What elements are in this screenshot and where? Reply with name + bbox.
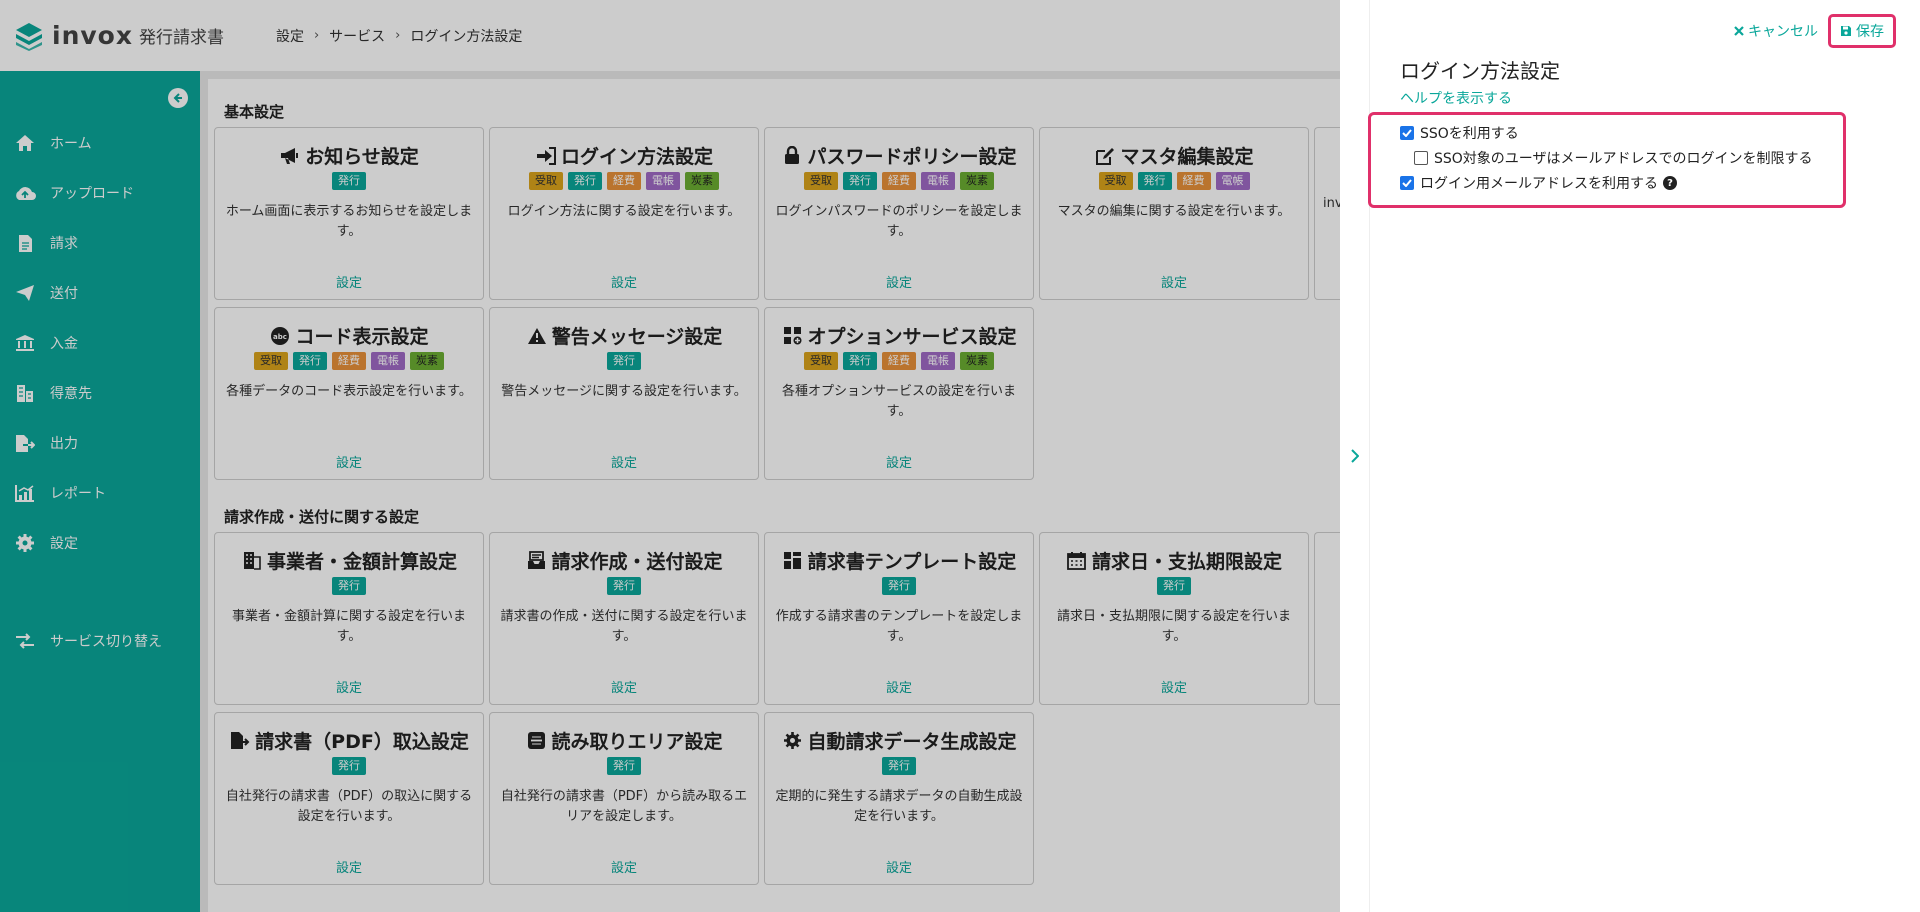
option-restrict-email-login[interactable]: SSO対象のユーザはメールアドレスでのログインを制限する bbox=[1414, 148, 1813, 168]
cancel-button[interactable]: キャンセル bbox=[1734, 21, 1818, 41]
option-label: SSOを利用する bbox=[1420, 126, 1519, 142]
option-label: SSO対象のユーザはメールアドレスでのログインを制限する bbox=[1434, 151, 1813, 167]
cancel-label: キャンセル bbox=[1748, 24, 1818, 40]
drawer-actions: キャンセル 保存 bbox=[1734, 14, 1896, 48]
checkmark-icon bbox=[1402, 129, 1412, 137]
option-use-login-email[interactable]: ログイン用メールアドレスを利用する ? bbox=[1400, 173, 1677, 193]
drawer-collapse-handle[interactable] bbox=[1340, 0, 1370, 912]
help-question-icon[interactable]: ? bbox=[1663, 176, 1677, 190]
checkbox-checked[interactable] bbox=[1400, 126, 1414, 140]
save-button[interactable]: 保存 bbox=[1828, 14, 1896, 48]
drawer-title: ログイン方法設定 bbox=[1400, 59, 1560, 83]
chevron-right-icon bbox=[1350, 449, 1359, 463]
save-label: 保存 bbox=[1856, 24, 1884, 40]
modal-backdrop[interactable] bbox=[0, 0, 1340, 912]
checkbox-checked[interactable] bbox=[1400, 176, 1414, 190]
option-label: ログイン用メールアドレスを利用する bbox=[1420, 176, 1658, 192]
close-icon bbox=[1734, 26, 1744, 36]
option-use-sso[interactable]: SSOを利用する bbox=[1400, 123, 1519, 143]
save-icon bbox=[1841, 26, 1851, 36]
help-link[interactable]: ヘルプを表示する bbox=[1400, 88, 1512, 108]
login-settings-drawer: キャンセル 保存 ログイン方法設定 ヘルプを表示する SSOを利用する SSO対… bbox=[1340, 0, 1920, 912]
checkmark-icon bbox=[1402, 179, 1412, 187]
checkbox-unchecked[interactable] bbox=[1414, 151, 1428, 165]
